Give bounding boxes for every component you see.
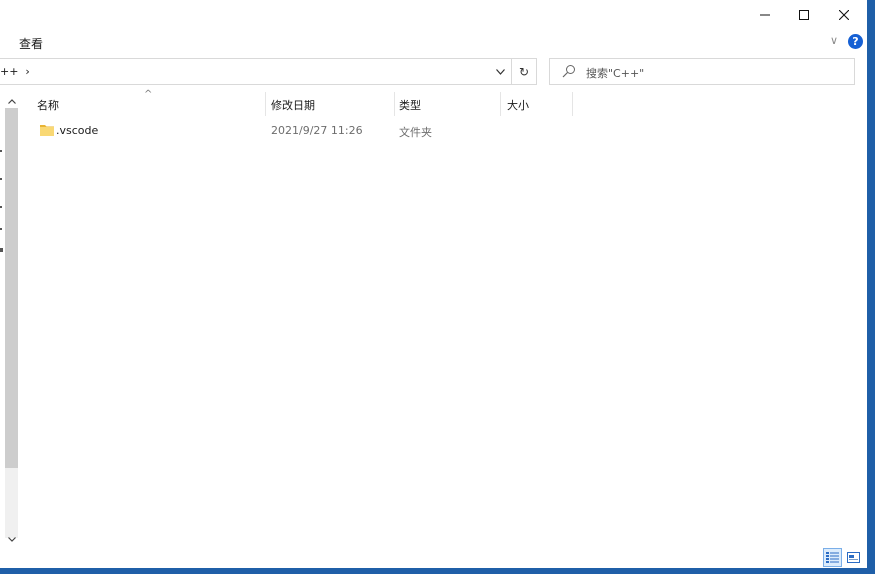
large-icons-view-button[interactable] [844,548,863,567]
taskbar-edge [0,568,875,574]
column-name[interactable]: 名称 [37,97,59,113]
details-view-button[interactable] [823,548,842,567]
chevron-down-icon [495,68,505,75]
tab-view[interactable]: 查看 [19,35,43,52]
preview-view-icon [847,552,860,563]
file-type: 文件夹 [399,126,432,139]
column-size[interactable]: 大小 [507,97,529,113]
column-header-row: ^ 名称 修改日期 类型 大小 [19,89,867,116]
search-input[interactable]: 搜索"C++" [549,58,855,85]
column-type[interactable]: 类型 [399,97,421,113]
help-icon[interactable]: ? [848,34,863,49]
column-date-modified[interactable]: 修改日期 [271,97,315,113]
minimize-icon [760,14,770,16]
title-bar [0,0,867,30]
chevron-up-icon [8,98,16,104]
folder-icon [40,125,54,136]
address-path[interactable]: ++ › [0,65,30,78]
address-history-button[interactable] [489,59,511,84]
ribbon-expand-icon[interactable]: ∨ [830,34,838,47]
chevron-down-icon [8,536,16,542]
close-button[interactable] [824,0,864,30]
column-divider[interactable] [265,92,266,116]
maximize-icon [799,10,809,20]
file-modified: 2021/9/27 11:26 [271,124,363,137]
refresh-button[interactable]: ↻ [511,59,536,84]
column-divider[interactable] [572,92,573,116]
maximize-button[interactable] [784,0,824,30]
search-icon [562,65,575,78]
file-name: .vscode [56,124,99,137]
close-icon [839,10,849,20]
scroll-up-button[interactable] [5,94,19,108]
sort-ascending-icon: ^ [144,89,153,100]
scrollbar-thumb[interactable] [5,108,18,468]
refresh-icon: ↻ [518,64,530,79]
nav-pane-truncated-items [0,150,3,252]
details-view-icon [826,552,839,563]
navigation-pane [0,92,19,552]
window-edge-right [867,0,875,574]
table-row[interactable]: .vscode 2021/9/27 11:26 文件夹 [19,120,867,142]
scroll-down-button[interactable] [5,532,19,546]
explorer-window: 查看 ∨ ? ++ › ↻ 搜索"C++" ^ 名称 修改日期 类型 大小 .v… [0,0,867,568]
column-divider[interactable] [394,92,395,116]
address-bar[interactable]: ++ › ↻ [0,58,537,85]
search-placeholder: 搜索"C++" [586,67,645,80]
minimize-button[interactable] [745,0,785,30]
column-divider[interactable] [500,92,501,116]
ribbon: 查看 ∨ [0,30,867,54]
